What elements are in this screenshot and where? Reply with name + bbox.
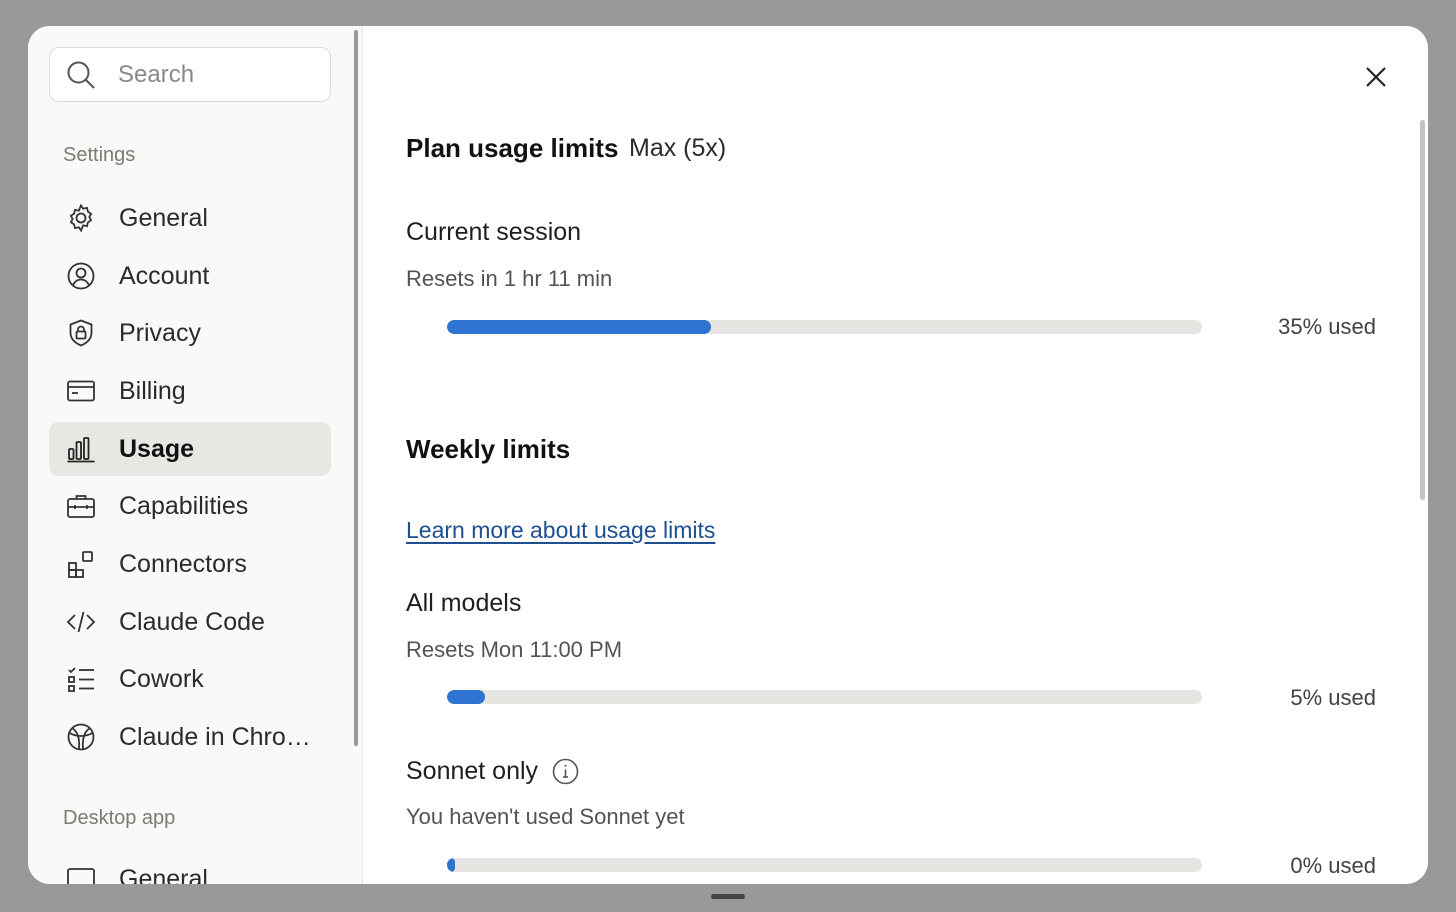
content-scrollbar[interactable] [1420, 120, 1425, 500]
page-title: Plan usage limits [406, 133, 619, 163]
close-icon [1366, 67, 1386, 87]
close-button[interactable] [1361, 62, 1391, 92]
sidebar-item-claude-code[interactable]: Claude Code [49, 595, 331, 649]
user-circle-icon [49, 261, 111, 291]
credit-card-icon [49, 376, 111, 406]
globe-icon [49, 722, 111, 752]
all-models-title: All models [406, 589, 522, 617]
sidebar-item-connectors[interactable]: Connectors [49, 537, 331, 591]
current-session-progress [447, 320, 1202, 334]
sonnet-used: 0% used [1290, 853, 1376, 878]
weekly-limits-title: Weekly limits [406, 434, 571, 464]
sidebar-item-privacy[interactable]: Privacy [49, 306, 331, 360]
window-icon [49, 864, 111, 884]
sidebar-item-label: Cowork [119, 664, 204, 693]
code-icon [49, 607, 111, 637]
sidebar-scrollbar[interactable] [354, 30, 358, 746]
current-session-used: 35% used [1278, 314, 1376, 339]
sidebar-item-label: Privacy [119, 318, 201, 347]
desktop-section-label: Desktop app [63, 807, 176, 829]
sidebar-item-usage[interactable]: Usage [49, 422, 331, 476]
sidebar-item-claude-in-chrome[interactable]: Claude in Chro… [49, 710, 331, 764]
sidebar-item-label: Claude in Chro… [119, 722, 311, 751]
info-icon[interactable] [552, 758, 579, 790]
sidebar-item-cowork[interactable]: Cowork [49, 652, 331, 706]
connectors-icon [49, 549, 111, 579]
gear-icon [49, 203, 111, 233]
settings-sidebar: Settings General Account [28, 26, 363, 884]
learn-more-link[interactable]: Learn more about usage limits [406, 517, 715, 544]
all-models-used: 5% used [1290, 685, 1376, 710]
sidebar-item-billing[interactable]: Billing [49, 364, 331, 418]
sidebar-item-capabilities[interactable]: Capabilities [49, 479, 331, 533]
search-box[interactable] [49, 47, 331, 102]
settings-section-label: Settings [63, 144, 136, 166]
progress-fill [447, 858, 455, 872]
sidebar-item-label: Capabilities [119, 491, 249, 520]
sidebar-item-label: Connectors [119, 549, 247, 578]
sidebar-item-desktop-general[interactable]: General [49, 852, 331, 884]
sonnet-note: You haven't used Sonnet yet [406, 804, 685, 829]
progress-fill [447, 690, 485, 704]
shield-lock-icon [49, 318, 111, 348]
plan-badge: Max (5x) [629, 134, 727, 162]
all-models-progress [447, 690, 1202, 704]
sidebar-item-label: Billing [119, 376, 186, 405]
search-input[interactable] [118, 60, 318, 89]
sidebar-item-label: General [119, 864, 208, 885]
sidebar-item-general[interactable]: General [49, 191, 331, 245]
sidebar-item-label: Claude Code [119, 607, 265, 636]
progress-fill [447, 320, 712, 334]
all-models-resets: Resets Mon 11:00 PM [406, 637, 623, 662]
briefcase-icon [49, 491, 111, 521]
sonnet-progress [447, 858, 1202, 872]
sonnet-only-title: Sonnet only [406, 757, 539, 785]
sidebar-item-label: Usage [119, 434, 195, 463]
checklist-icon [49, 664, 111, 694]
window-grab-handle[interactable] [711, 894, 745, 899]
sidebar-item-label: Account [119, 261, 210, 290]
settings-modal: Settings General Account [28, 26, 1428, 884]
sidebar-item-account[interactable]: Account [49, 249, 331, 303]
bar-chart-icon [49, 434, 111, 464]
search-icon [50, 48, 112, 101]
current-session-title: Current session [406, 218, 582, 246]
sidebar-item-label: General [119, 203, 208, 232]
current-session-resets: Resets in 1 hr 11 min [406, 266, 613, 291]
sidebar-divider [362, 26, 363, 884]
